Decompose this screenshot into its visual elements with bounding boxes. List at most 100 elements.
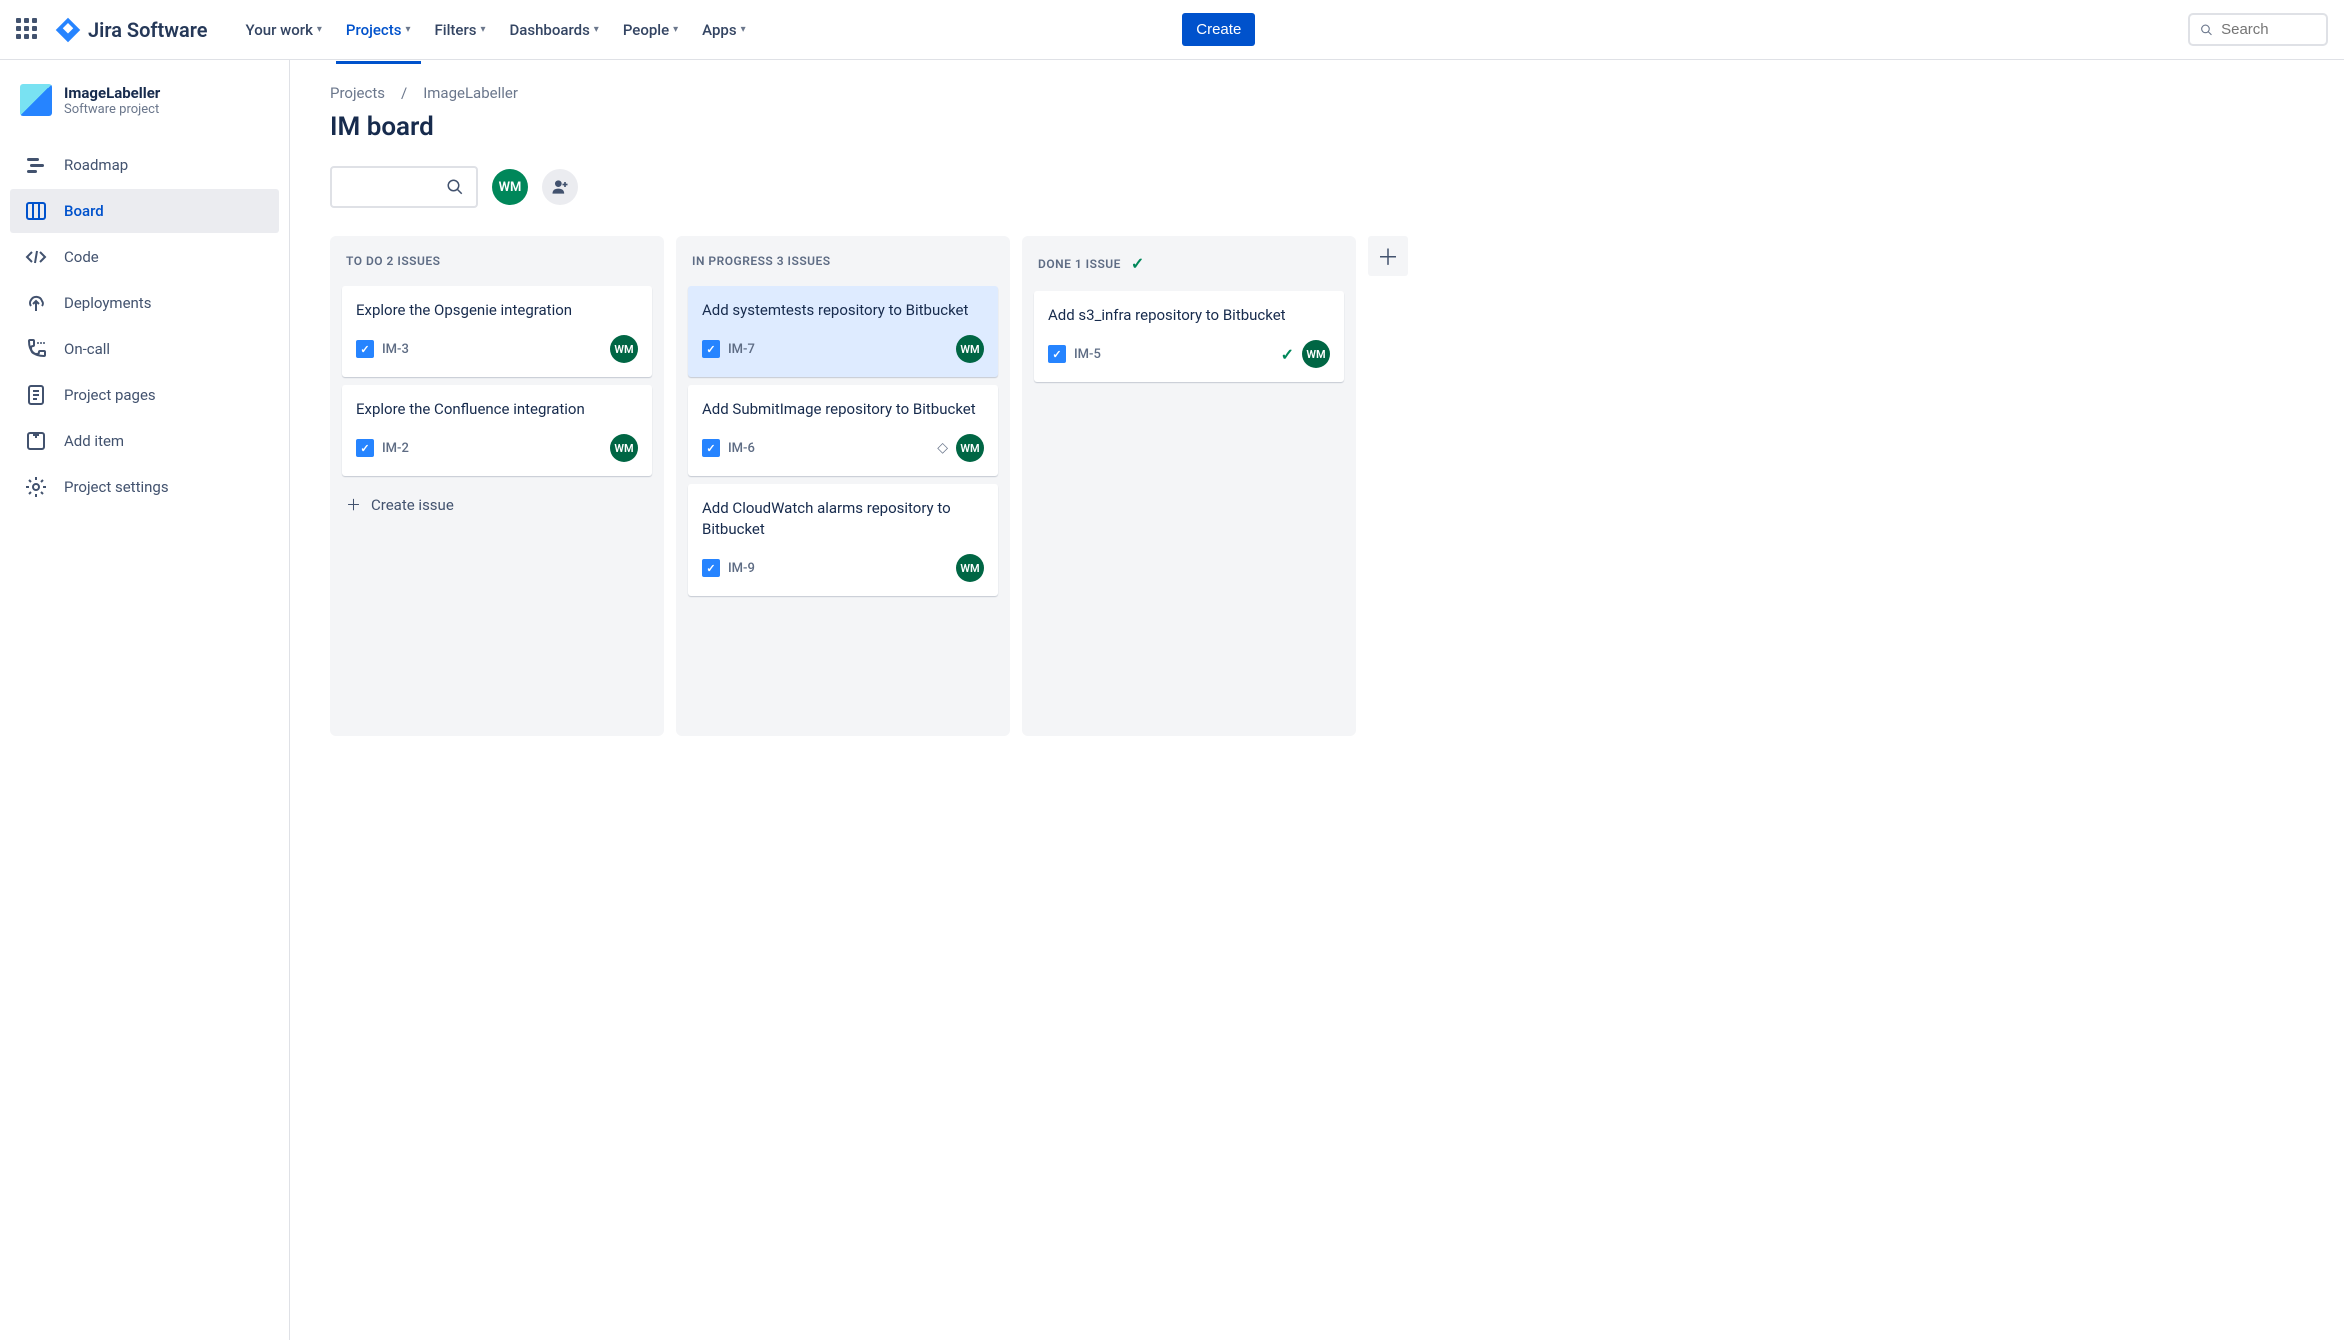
issue-card[interactable]: Add s3_infra repository to Bitbucket IM-… [1034, 291, 1344, 382]
assignee-avatar[interactable]: WM [1302, 340, 1330, 368]
logo-text: Jira Software [88, 18, 208, 42]
issue-key: IM-2 [382, 441, 409, 456]
breadcrumb-current[interactable]: ImageLabeller [423, 84, 518, 102]
app-switcher-icon[interactable] [16, 18, 40, 42]
sidebar-item-label: Add item [64, 432, 124, 450]
nav-item-dashboards[interactable]: Dashboards ▾ [500, 13, 609, 47]
assignee-avatar[interactable]: WM [610, 335, 638, 363]
nav-label: Dashboards [510, 21, 590, 39]
sidebar-item-add-item[interactable]: Add item [10, 419, 279, 463]
column-header[interactable]: To Do 2 issues [342, 248, 652, 278]
column-header[interactable]: In Progress 3 issues [688, 248, 998, 278]
nav-item-filters[interactable]: Filters▾ [425, 13, 496, 47]
issue-key: IM-3 [382, 342, 409, 357]
nav-label: Filters [435, 21, 477, 39]
nav-label: People [623, 21, 669, 39]
breadcrumb-root[interactable]: Projects [330, 84, 385, 102]
board-toolbar: WM [330, 166, 2304, 208]
issue-key: IM-5 [1074, 347, 1101, 362]
roadmap-icon [24, 153, 48, 177]
chevron-down-icon: ▾ [317, 24, 322, 35]
plus-icon: ＋ [346, 494, 361, 515]
sidebar-item-on-call[interactable]: On-call [10, 327, 279, 371]
create-issue-label: Create issue [371, 496, 454, 514]
nav-item-your-work[interactable]: Your work ▾ [236, 13, 332, 47]
chevron-down-icon: ▾ [673, 24, 678, 35]
column-title: Done 1 issue [1038, 257, 1121, 271]
card-footer: IM-6 ◇ WM [702, 434, 984, 462]
card-title: Add CloudWatch alarms repository to Bitb… [702, 498, 984, 540]
project-name: ImageLabeller [64, 84, 160, 102]
search-icon [2200, 22, 2213, 38]
card-title: Add systemtests repository to Bitbucket [702, 300, 984, 321]
assignee-avatar[interactable]: WM [956, 434, 984, 462]
jira-logo-icon [54, 16, 82, 44]
board-search[interactable] [330, 166, 478, 208]
sidebar-item-board[interactable]: Board [10, 189, 279, 233]
add-people-button[interactable] [542, 169, 578, 205]
card-footer: IM-9 WM [702, 554, 984, 582]
nav-item-apps[interactable]: Apps ▾ [692, 13, 755, 47]
sidebar-item-roadmap[interactable]: Roadmap [10, 143, 279, 187]
sidebar-item-label: Project settings [64, 478, 169, 496]
chevron-down-icon: ▾ [405, 24, 410, 35]
assignee-avatar[interactable]: WM [956, 554, 984, 582]
board-icon [24, 199, 48, 223]
nav-items: Your work▾Projects▾Filters▾Dashboards▾Pe… [236, 13, 1169, 47]
assignee-avatar[interactable]: WM [610, 434, 638, 462]
priority-icon: ◇ [937, 440, 948, 456]
add-column-button[interactable]: ＋ [1368, 236, 1408, 276]
chevron-down-icon: ▾ [594, 24, 599, 35]
task-type-icon [356, 439, 374, 457]
issue-key: IM-6 [728, 441, 755, 456]
global-search[interactable] [2188, 13, 2328, 46]
column-title: In Progress 3 issues [692, 254, 831, 268]
sidebar-item-label: Deployments [64, 294, 151, 312]
settings-icon [24, 475, 48, 499]
task-type-icon [702, 340, 720, 358]
jira-logo[interactable]: Jira Software [54, 16, 208, 44]
nav-item-projects[interactable]: Projects▾ [336, 13, 421, 47]
issue-card[interactable]: Add CloudWatch alarms repository to Bitb… [688, 484, 998, 596]
column-in-progress: In Progress 3 issues Add systemtests rep… [676, 236, 1010, 736]
sidebar-item-deployments[interactable]: Deployments [10, 281, 279, 325]
project-type: Software project [64, 102, 160, 117]
card-title: Add SubmitImage repository to Bitbucket [702, 399, 984, 420]
create-issue-button[interactable]: ＋ Create issue [342, 484, 652, 525]
assignee-avatar[interactable]: WM [956, 335, 984, 363]
kanban-board: To Do 2 issues Explore the Opsgenie inte… [330, 236, 2304, 736]
issue-card[interactable]: Explore the Confluence integration IM-2 … [342, 385, 652, 476]
column-header[interactable]: Done 1 issue ✓ [1034, 248, 1344, 283]
deployments-icon [24, 291, 48, 315]
issue-card[interactable]: Explore the Opsgenie integration IM-3 WM [342, 286, 652, 377]
sidebar-item-project-pages[interactable]: Project pages [10, 373, 279, 417]
issue-key: IM-7 [728, 342, 755, 357]
nav-label: Apps [702, 21, 736, 39]
task-type-icon [356, 340, 374, 358]
done-check-icon: ✓ [1281, 345, 1294, 364]
task-type-icon [702, 439, 720, 457]
nav-item-people[interactable]: People ▾ [613, 13, 688, 47]
project-header[interactable]: ImageLabeller Software project [10, 84, 279, 135]
user-avatar[interactable]: WM [492, 169, 528, 205]
issue-card[interactable]: Add systemtests repository to Bitbucket … [688, 286, 998, 377]
sidebar: ImageLabeller Software project Roadmap Bo… [0, 60, 290, 1340]
sidebar-item-project-settings[interactable]: Project settings [10, 465, 279, 509]
issue-key: IM-9 [728, 561, 755, 576]
column-to-do: To Do 2 issues Explore the Opsgenie inte… [330, 236, 664, 736]
nav-label: Projects [346, 21, 402, 39]
card-title: Explore the Opsgenie integration [356, 300, 638, 321]
page-icon [24, 383, 48, 407]
issue-card[interactable]: Add SubmitImage repository to Bitbucket … [688, 385, 998, 476]
sidebar-item-code[interactable]: Code [10, 235, 279, 279]
create-button[interactable]: Create [1182, 13, 1255, 46]
nav-label: Your work [246, 21, 313, 39]
card-footer: IM-7 WM [702, 335, 984, 363]
sidebar-item-label: Code [64, 248, 99, 266]
breadcrumb-separator: / [401, 84, 407, 102]
search-input[interactable] [2221, 21, 2316, 38]
chevron-down-icon: ▾ [741, 24, 746, 35]
sidebar-item-label: Project pages [64, 386, 156, 404]
main-content: Projects / ImageLabeller IM board WM To … [290, 60, 2344, 1340]
sidebar-item-label: Board [64, 202, 104, 220]
